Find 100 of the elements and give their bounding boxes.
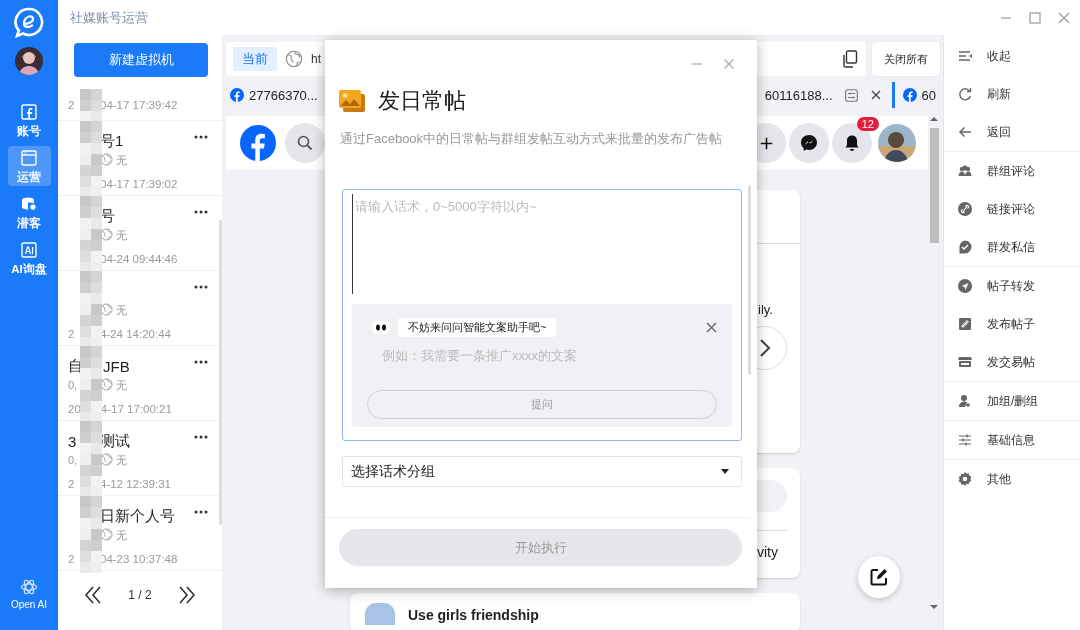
chat-check-icon: [957, 239, 973, 255]
proxy-status: 无: [116, 302, 127, 318]
messenger-button[interactable]: [789, 123, 829, 163]
edit-square-icon: [957, 316, 973, 332]
globe-icon: [100, 227, 113, 241]
post-text: vity: [757, 544, 778, 560]
last-page-icon[interactable]: [177, 585, 196, 605]
search-icon: [297, 135, 313, 151]
account-time: 2: [68, 98, 76, 111]
account-meta: 0,: [68, 379, 79, 391]
refresh-icon: [957, 86, 973, 102]
close-icon[interactable]: [706, 322, 717, 333]
store-icon: [957, 354, 973, 370]
scroll-up-icon[interactable]: [930, 116, 938, 122]
menu-item[interactable]: 刷新: [944, 75, 1080, 113]
dialog-title: 发日常帖: [378, 87, 466, 115]
account-name: 日新个人号: [100, 506, 175, 526]
menu-item[interactable]: 其他: [944, 460, 1080, 498]
browser-tab[interactable]: 27766370...: [226, 82, 322, 108]
openai-icon: [20, 578, 38, 596]
account-time: 2: [68, 478, 76, 490]
nav-item[interactable]: 账号: [7, 100, 51, 140]
proxy-status: 无: [116, 227, 127, 243]
browser-window-icon: [19, 147, 39, 168]
nav-item[interactable]: 潜客: [7, 192, 51, 232]
notification-badge: 12: [856, 117, 879, 131]
current-tab-button[interactable]: 当前: [233, 47, 277, 71]
globe-icon: [100, 527, 113, 541]
globe-icon: [285, 50, 303, 68]
scrollbar-thumb[interactable]: [929, 128, 939, 243]
close-icon[interactable]: [870, 90, 881, 100]
messenger-icon: [800, 134, 818, 152]
browser-tab[interactable]: 60: [891, 82, 940, 108]
globe-icon: [100, 152, 113, 166]
page-indicator: 1 / 2: [128, 588, 152, 602]
proxy-status: 无: [116, 452, 127, 468]
menu-item[interactable]: 收起: [944, 37, 1080, 75]
account-name: 号1: [100, 131, 124, 151]
facebook-icon: [902, 88, 917, 102]
link-icon: [957, 201, 973, 217]
globe-icon: [100, 302, 113, 316]
account-time: 2: [68, 328, 76, 340]
proxy-status: 无: [116, 152, 127, 168]
settings-square-icon[interactable]: [844, 88, 858, 102]
menu-item[interactable]: 群组评论: [944, 152, 1080, 190]
url-text[interactable]: ht: [311, 52, 321, 66]
compose-icon[interactable]: [858, 556, 900, 598]
app-title: 社媒账号运营: [70, 8, 148, 27]
proxy-status: 无: [116, 527, 127, 543]
nav-item[interactable]: AI询盘: [7, 238, 51, 278]
bell-icon: [844, 134, 860, 152]
back-arrow-icon: [957, 124, 973, 140]
copy-icon[interactable]: [842, 50, 858, 68]
menu-item[interactable]: 发布帖子: [944, 305, 1080, 343]
browser-tab[interactable]: 60116188...: [756, 82, 892, 108]
facebook-logo-icon: [240, 125, 276, 161]
menu-item[interactable]: 基础信息: [944, 421, 1080, 459]
account-name: 号: [100, 206, 115, 226]
account-name: JFB: [103, 357, 130, 375]
first-page-icon[interactable]: [84, 585, 103, 605]
user-add-icon: [957, 393, 973, 409]
logo-icon: [14, 7, 44, 38]
new-vm-button[interactable]: 新建虚拟机: [74, 43, 208, 77]
group-icon: [957, 163, 973, 179]
menu-item[interactable]: 链接评论: [944, 190, 1080, 228]
account-time: 2: [68, 553, 76, 565]
account-name: 3: [68, 432, 78, 450]
sliders-icon: [957, 432, 973, 448]
avatar[interactable]: [15, 47, 43, 75]
proxy-status: 无: [116, 377, 127, 393]
menu-item[interactable]: 返回: [944, 113, 1080, 151]
assistant-prompt: 不妨来问问智能文案助手吧~: [398, 318, 557, 337]
account-meta: 0,: [68, 454, 79, 466]
group-select[interactable]: 选择话术分组: [342, 456, 742, 487]
send-icon: [957, 278, 973, 294]
post-text: ily.: [758, 302, 773, 317]
menu-item[interactable]: 发交易帖: [944, 343, 1080, 381]
search-button[interactable]: [285, 123, 325, 163]
globe-icon: [100, 452, 113, 466]
gear-icon: [957, 471, 973, 487]
close-all-button[interactable]: 关闭所有: [872, 42, 940, 76]
menu-item[interactable]: 加组/删组: [944, 382, 1080, 420]
scroll-down-icon[interactable]: [930, 604, 938, 610]
account-time: 20: [68, 403, 81, 415]
account-name: 自: [68, 356, 83, 376]
ai-icon: [19, 239, 39, 260]
collapse-icon: [957, 48, 973, 64]
avatar: [365, 603, 395, 625]
dialog-subtitle: 通过Facebook中的日常帖与群组发帖互动方式来批量的发布广告帖: [340, 130, 724, 148]
globe-icon: [100, 377, 113, 391]
nav-label[interactable]: Open AI: [10, 599, 48, 610]
post-title[interactable]: Use girls friendship: [408, 603, 539, 623]
facebook-square-icon: [19, 101, 39, 122]
plus-icon: [759, 136, 773, 150]
facebook-icon: [230, 88, 244, 102]
caret-icon: [721, 469, 729, 474]
menu-item[interactable]: 群发私信: [944, 228, 1080, 266]
photos-icon: [338, 89, 366, 113]
avatar[interactable]: [878, 124, 916, 162]
menu-item[interactable]: 帖子转发: [944, 267, 1080, 305]
